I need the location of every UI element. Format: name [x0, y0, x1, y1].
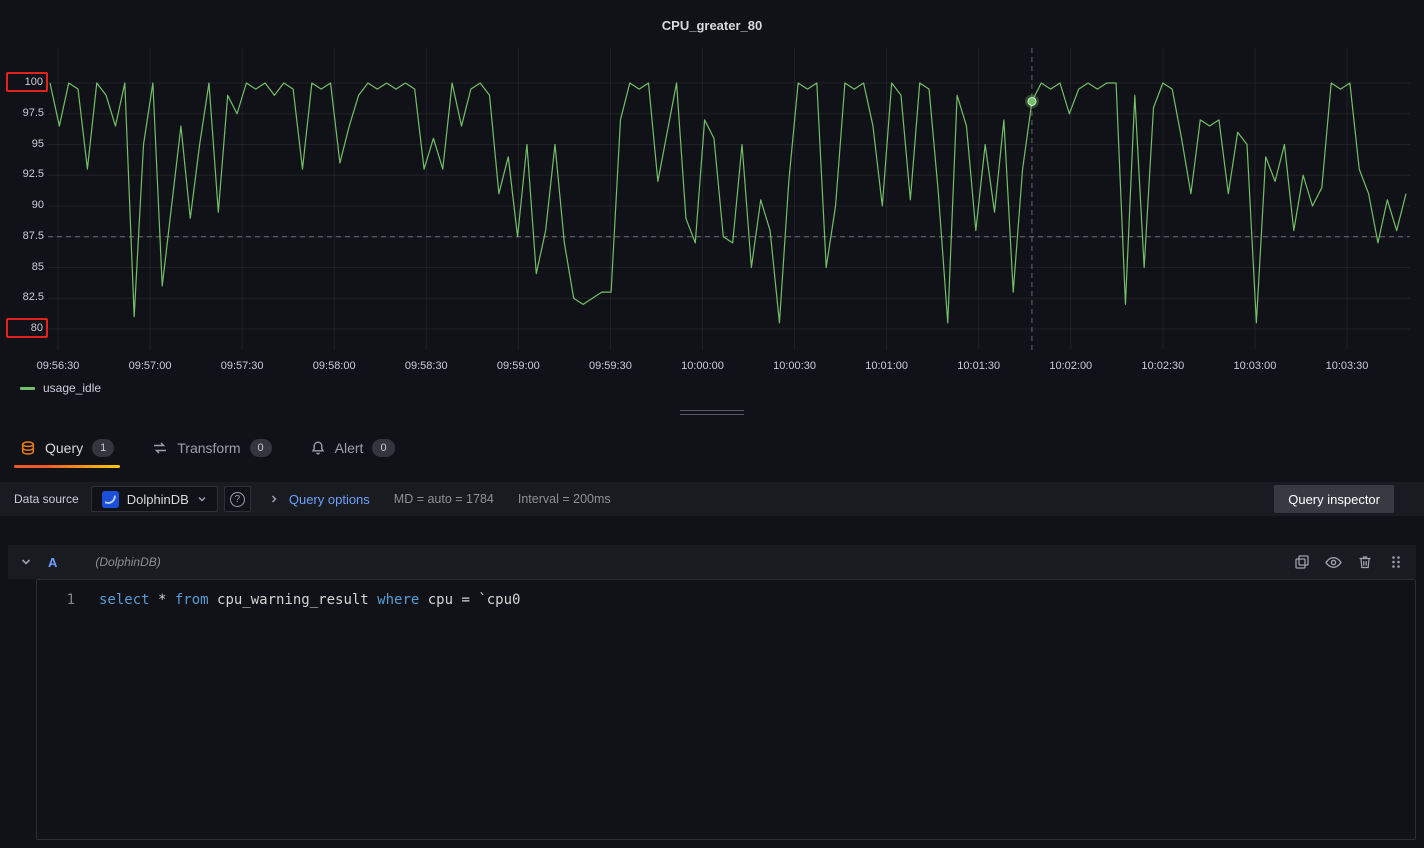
chevron-down-icon [197, 494, 207, 504]
collapse-query-button[interactable] [20, 556, 32, 568]
hide-query-button[interactable] [1325, 554, 1342, 571]
query-code-line: select * from cpu_warning_result where c… [99, 590, 520, 839]
editor-line-number: 1 [37, 590, 75, 839]
delete-query-button[interactable] [1357, 554, 1373, 570]
panel-editor-tabs: Query 1 Transform 0 Alert 0 [0, 428, 1424, 468]
legend-item-usage-idle[interactable]: usage_idle [20, 381, 101, 395]
query-options-row: Query options MD = auto = 1784 Interval … [269, 492, 611, 507]
legend-label: usage_idle [43, 381, 101, 395]
drag-handle-icon[interactable] [1388, 554, 1404, 570]
tab-alert[interactable]: Alert 0 [304, 428, 401, 468]
timeseries-chart[interactable] [0, 0, 1424, 410]
tab-alert-count: 0 [372, 439, 394, 457]
tab-transform-count: 0 [250, 439, 272, 457]
query-editor-card: A (DolphinDB) [8, 545, 1416, 840]
chevron-right-icon [269, 494, 279, 504]
tab-transform-label: Transform [177, 440, 240, 456]
panel: CPU_greater_80 09:56:3009:57:0009:57:300… [0, 0, 1424, 420]
query-row-actions [1294, 554, 1404, 571]
bell-icon [310, 440, 326, 456]
legend-color-swatch [20, 387, 35, 390]
tab-query-label: Query [45, 440, 83, 456]
tab-transform[interactable]: Transform 0 [146, 428, 277, 468]
query-code-editor[interactable]: 1 select * from cpu_warning_result where… [36, 579, 1416, 840]
help-icon: ? [230, 492, 245, 507]
transform-icon [152, 440, 168, 456]
dolphindb-logo [102, 491, 119, 508]
datasource-help-button[interactable]: ? [224, 486, 251, 512]
query-row-header[interactable]: A (DolphinDB) [8, 545, 1416, 579]
query-inspector-button[interactable]: Query inspector [1274, 485, 1394, 513]
datasource-label: Data source [14, 492, 79, 506]
tab-query-count: 1 [92, 439, 114, 457]
interval-text: Interval = 200ms [518, 492, 611, 506]
query-datasource-hint: (DolphinDB) [95, 555, 160, 569]
database-icon [20, 440, 36, 456]
tab-query[interactable]: Query 1 [14, 428, 120, 468]
query-ref-id: A [48, 555, 57, 570]
max-data-points-text: MD = auto = 1784 [394, 492, 494, 506]
query-toolbar: Data source DolphinDB ? Query options MD… [0, 482, 1424, 516]
datasource-value: DolphinDB [127, 492, 189, 507]
duplicate-query-button[interactable] [1294, 554, 1310, 570]
query-options-toggle[interactable]: Query options [289, 492, 370, 507]
panel-resize-handle[interactable] [680, 410, 744, 415]
tab-alert-label: Alert [335, 440, 364, 456]
datasource-picker[interactable]: DolphinDB [91, 486, 218, 512]
